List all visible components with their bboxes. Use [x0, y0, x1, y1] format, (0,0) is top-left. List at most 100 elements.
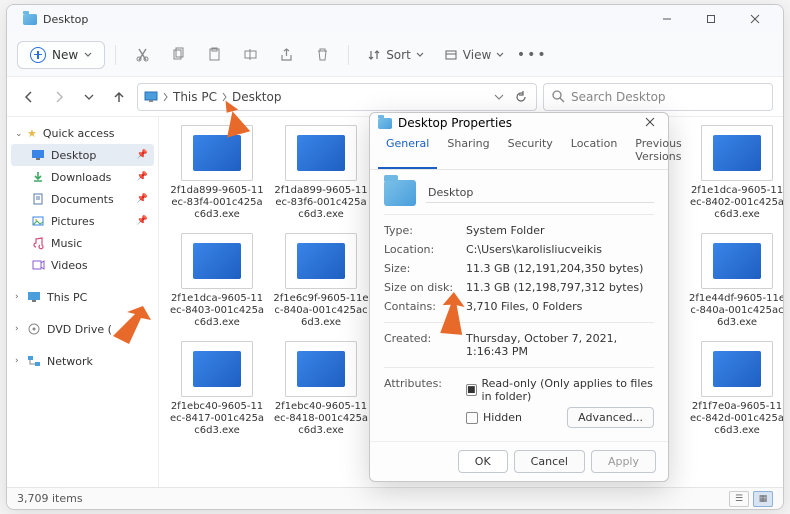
dialog-tabs: General Sharing Security Location Previo…: [370, 133, 668, 170]
pin-icon: 📌: [137, 216, 148, 226]
search-input[interactable]: Search Desktop: [543, 83, 773, 111]
file-name: 2f1f7e0a-9605-11ec-842d-001c425ac6d3.exe: [689, 401, 783, 437]
file-item[interactable]: 2f1e44df-9605-11ec-840a-001c425ac6d3.exe: [687, 233, 783, 329]
type-value: System Folder: [466, 224, 654, 237]
file-item[interactable]: 2f1e1dca-9605-11ec-8402-001c425ac6d3.exe: [687, 125, 783, 221]
dialog-buttons: OK Cancel Apply: [370, 441, 668, 481]
share-button[interactable]: [270, 39, 302, 71]
readonly-checkbox[interactable]: ■ Read-only (Only applies to files in fo…: [466, 377, 654, 403]
file-thumbnail: [701, 233, 773, 289]
hidden-label: Hidden: [483, 411, 522, 424]
recent-button[interactable]: [77, 85, 101, 109]
view-label: View: [463, 48, 491, 62]
hidden-checkbox[interactable]: Hidden: [466, 411, 522, 424]
view-button[interactable]: View: [436, 44, 512, 66]
chevron-right-icon: [221, 92, 228, 102]
contains-value: 3,710 Files, 0 Folders: [466, 300, 654, 313]
documents-icon: [31, 192, 45, 206]
file-item[interactable]: 2f1da899-9605-11ec-83f6-001c425ac6d3.exe: [271, 125, 371, 221]
maximize-button[interactable]: [689, 5, 733, 33]
sidebar-network[interactable]: › Network: [11, 350, 154, 372]
up-button[interactable]: [107, 85, 131, 109]
file-item[interactable]: 2f1e6c9f-9605-11ec-840a-001c425ac6d3.exe: [271, 233, 371, 329]
size-label: Size:: [384, 262, 462, 275]
new-button[interactable]: New: [17, 41, 105, 69]
file-name: 2f1ebc40-9605-11ec-8417-001c425ac6d3.exe: [169, 401, 265, 437]
attributes-label: Attributes:: [384, 377, 462, 428]
sidebar-dvd-drive[interactable]: › DVD Drive (: [11, 318, 154, 340]
sidebar-quick-access[interactable]: ⌄ ★ Quick access: [11, 123, 154, 144]
file-thumbnail: [181, 125, 253, 181]
sidebar-item-pictures[interactable]: Pictures 📌: [11, 210, 154, 232]
minimize-button[interactable]: [645, 5, 689, 33]
sidebar-item-label: Music: [51, 237, 82, 250]
forward-button[interactable]: [47, 85, 71, 109]
file-name: 2f1e1dca-9605-11ec-8402-001c425ac6d3.exe: [689, 185, 783, 221]
rename-button[interactable]: [234, 39, 266, 71]
window-title: Desktop: [43, 13, 88, 26]
file-thumbnail: [181, 233, 253, 289]
close-button[interactable]: [733, 5, 777, 33]
tab-general[interactable]: General: [378, 133, 437, 169]
sort-button[interactable]: Sort: [359, 44, 432, 66]
sidebar-item-downloads[interactable]: Downloads 📌: [11, 166, 154, 188]
chevron-right-icon: ›: [15, 324, 19, 334]
pc-icon: [27, 290, 41, 304]
file-item[interactable]: 2f1ebc40-9605-11ec-8417-001c425ac6d3.exe: [167, 341, 267, 437]
delete-button[interactable]: [306, 39, 338, 71]
checkbox-icon: [466, 412, 478, 424]
network-icon: [27, 354, 41, 368]
size-on-disk-value: 11.3 GB (12,198,797,312 bytes): [466, 281, 654, 294]
sidebar-label: This PC: [47, 291, 87, 304]
more-button[interactable]: •••: [516, 39, 548, 71]
sidebar-item-music[interactable]: Music: [11, 232, 154, 254]
tab-location[interactable]: Location: [563, 133, 626, 169]
file-item[interactable]: 2f1da899-9605-11ec-83f4-001c425ac6d3.exe: [167, 125, 267, 221]
nav-bar: This PC Desktop Search Desktop: [7, 77, 783, 117]
advanced-button[interactable]: Advanced...: [567, 407, 654, 428]
window-tab[interactable]: Desktop: [13, 9, 98, 30]
breadcrumb-item[interactable]: This PC: [173, 90, 217, 104]
chevron-right-icon: [162, 92, 169, 102]
checkbox-icon: ■: [466, 384, 477, 396]
cancel-button[interactable]: Cancel: [514, 450, 585, 473]
refresh-button[interactable]: [512, 85, 530, 109]
sidebar-item-label: Downloads: [51, 171, 111, 184]
ok-button[interactable]: OK: [458, 450, 508, 473]
paste-button[interactable]: [198, 39, 230, 71]
sort-label: Sort: [386, 48, 411, 62]
breadcrumb-item[interactable]: Desktop: [232, 90, 282, 104]
navigation-pane[interactable]: ⌄ ★ Quick access Desktop 📌 Downloads 📌 D…: [7, 117, 159, 487]
back-button[interactable]: [17, 85, 41, 109]
file-item[interactable]: 2f1f7e0a-9605-11ec-842d-001c425ac6d3.exe: [687, 341, 783, 437]
videos-icon: [31, 258, 45, 272]
cut-button[interactable]: [126, 39, 158, 71]
folder-large-icon: [384, 180, 416, 206]
file-thumbnail: [285, 233, 357, 289]
file-item[interactable]: 2f1e1dca-9605-11ec-8403-001c425ac6d3.exe: [167, 233, 267, 329]
sidebar-item-videos[interactable]: Videos: [11, 254, 154, 276]
copy-button[interactable]: [162, 39, 194, 71]
disc-icon: [27, 322, 41, 336]
large-icons-view-button[interactable]: ▦: [753, 491, 773, 507]
tab-sharing[interactable]: Sharing: [439, 133, 497, 169]
sidebar-item-documents[interactable]: Documents 📌: [11, 188, 154, 210]
dialog-body: Desktop Type:System Folder Location:C:\U…: [370, 170, 668, 441]
sidebar-this-pc[interactable]: › This PC: [11, 286, 154, 308]
address-bar[interactable]: This PC Desktop: [137, 83, 537, 111]
dialog-close-button[interactable]: [640, 116, 660, 130]
tab-previous-versions[interactable]: Previous Versions: [627, 133, 690, 169]
sidebar-item-desktop[interactable]: Desktop 📌: [11, 144, 154, 166]
chevron-right-icon: ›: [15, 292, 19, 302]
file-item[interactable]: 2f1ebc40-9605-11ec-8418-001c425ac6d3.exe: [271, 341, 371, 437]
tab-security[interactable]: Security: [500, 133, 561, 169]
dropdown-button[interactable]: [490, 85, 508, 109]
details-view-button[interactable]: ☰: [729, 491, 749, 507]
folder-name-input[interactable]: Desktop: [426, 183, 654, 203]
new-label: New: [52, 48, 78, 62]
sidebar-item-label: Desktop: [51, 149, 96, 162]
folder-icon: [23, 14, 37, 25]
apply-button[interactable]: Apply: [591, 450, 656, 473]
sidebar-item-label: Pictures: [51, 215, 95, 228]
dialog-title: Desktop Properties: [398, 116, 512, 130]
